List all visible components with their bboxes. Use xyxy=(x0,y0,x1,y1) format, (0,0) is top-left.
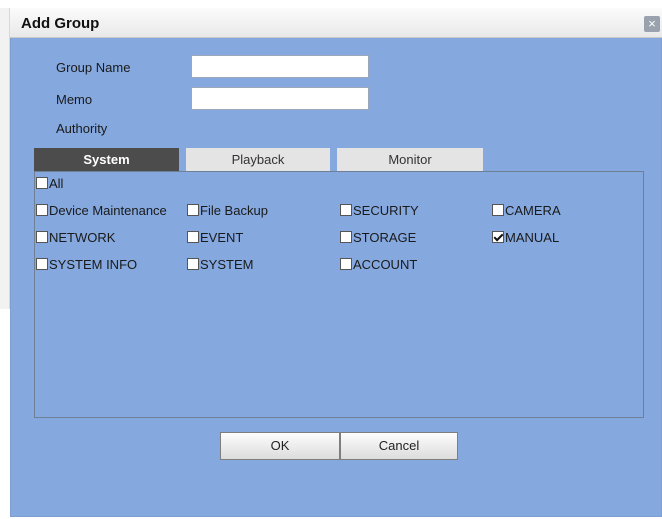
permissions-panel: All Device Maintenance File Backup SECUR… xyxy=(34,171,644,418)
dialog-title: Add Group xyxy=(21,15,100,32)
group-name-label: Group Name xyxy=(56,60,131,75)
checkbox-system-info[interactable]: SYSTEM INFO xyxy=(36,256,137,272)
checkbox-label: EVENT xyxy=(200,229,244,245)
checkbox-manual[interactable]: MANUAL xyxy=(492,229,559,245)
checkbox-label: MANUAL xyxy=(505,229,560,245)
memo-input[interactable] xyxy=(191,87,369,110)
authority-label: Authority xyxy=(56,121,108,136)
close-icon[interactable]: × xyxy=(644,16,660,32)
checkbox-label: ACCOUNT xyxy=(353,256,418,272)
checkbox-security[interactable]: SECURITY xyxy=(340,202,419,218)
checkbox-label: SYSTEM xyxy=(200,256,254,272)
checkbox-label: All xyxy=(49,175,64,191)
checkbox-camera[interactable]: CAMERA xyxy=(492,202,561,218)
checkbox-box xyxy=(340,231,352,243)
checkbox-storage[interactable]: STORAGE xyxy=(340,229,416,245)
memo-label: Memo xyxy=(56,92,93,107)
checkbox-account[interactable]: ACCOUNT xyxy=(340,256,417,272)
checkbox-box xyxy=(187,231,199,243)
checkbox-label: STORAGE xyxy=(353,229,417,245)
checkbox-label: CAMERA xyxy=(505,202,561,218)
checkbox-box xyxy=(36,204,48,216)
checkbox-label: Device Maintenance xyxy=(49,202,167,218)
checkbox-all[interactable]: All xyxy=(36,175,63,191)
checkbox-box xyxy=(492,204,504,216)
checkbox-box xyxy=(187,204,199,216)
checkbox-file-backup[interactable]: File Backup xyxy=(187,202,268,218)
checkbox-box xyxy=(36,258,48,270)
checkbox-network[interactable]: NETWORK xyxy=(36,229,115,245)
background-window-edge xyxy=(0,8,10,309)
dialog-titlebar: Add Group × xyxy=(10,8,662,38)
checkbox-label: SECURITY xyxy=(353,202,419,218)
checkbox-box xyxy=(340,204,352,216)
checkbox-box xyxy=(187,258,199,270)
tab-monitor[interactable]: Monitor xyxy=(337,148,483,171)
ok-button[interactable]: OK xyxy=(220,432,340,460)
checkbox-box xyxy=(340,258,352,270)
checkbox-box xyxy=(36,231,48,243)
checkbox-box xyxy=(36,177,48,189)
checkbox-event[interactable]: EVENT xyxy=(187,229,243,245)
checkmark-icon xyxy=(492,231,504,243)
checkbox-label: NETWORK xyxy=(49,229,116,245)
cancel-button[interactable]: Cancel xyxy=(340,432,458,460)
checkbox-label: File Backup xyxy=(200,202,268,218)
checkbox-system[interactable]: SYSTEM xyxy=(187,256,253,272)
tab-playback[interactable]: Playback xyxy=(186,148,330,171)
tab-system[interactable]: System xyxy=(34,148,179,171)
checkbox-device-maintenance[interactable]: Device Maintenance xyxy=(36,202,167,218)
checkbox-label: SYSTEM INFO xyxy=(49,256,138,272)
group-name-input[interactable] xyxy=(191,55,369,78)
add-group-dialog: Add Group × Group Name Memo Authority Sy… xyxy=(10,8,662,517)
